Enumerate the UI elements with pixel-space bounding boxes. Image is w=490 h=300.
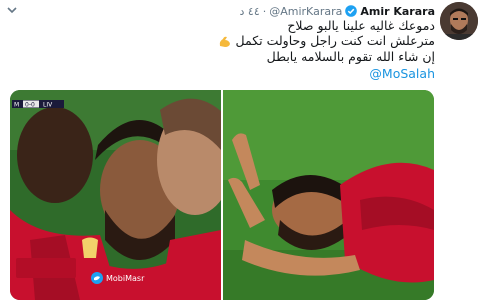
verified-badge-icon xyxy=(345,5,358,17)
liverpool-crest-icon xyxy=(82,237,98,258)
mention-link[interactable]: @MoSalah xyxy=(369,66,435,81)
tweet-media[interactable]: M 0-0 LIV MobiMasr xyxy=(10,90,434,300)
watermark-text: MobiMasr xyxy=(106,274,145,283)
tweet-line-2-text: مترعلش انت كنت راجل وحاولت تكمل xyxy=(235,33,435,48)
tweet-time[interactable]: ٤٤ د xyxy=(240,5,260,18)
author-name[interactable]: Amir Karara xyxy=(360,5,435,18)
tweet-line-1: دموعك غاليه علينا يالبو صلاح xyxy=(287,18,435,33)
tweet-text: دموعك غاليه علينا يالبو صلاح مترعلش انت … xyxy=(55,18,435,64)
media-divider xyxy=(221,90,223,300)
flexed-biceps-emoji xyxy=(219,36,230,47)
scoreboard-score: 0-0 xyxy=(25,102,35,109)
separator-dot: · xyxy=(262,4,267,18)
avatar[interactable] xyxy=(440,2,478,40)
final-kyiv-badge xyxy=(16,258,76,278)
author-handle[interactable]: @AmirKarara xyxy=(269,5,342,18)
tweet-header: ٤٤ د · @AmirKarara Amir Karara xyxy=(240,3,436,19)
scoreboard-right: LIV xyxy=(43,102,53,109)
right-photo[interactable] xyxy=(223,90,434,300)
tweet-line-3: إن شاء الله تقوم بالسلامه يابطل xyxy=(266,48,435,64)
tweet-line-2: مترعلش انت كنت راجل وحاولت تكمل xyxy=(55,33,435,49)
left-photo[interactable]: M 0-0 LIV MobiMasr xyxy=(10,90,233,300)
scoreboard-left: M xyxy=(14,102,19,109)
chevron-down-icon[interactable] xyxy=(6,4,18,16)
